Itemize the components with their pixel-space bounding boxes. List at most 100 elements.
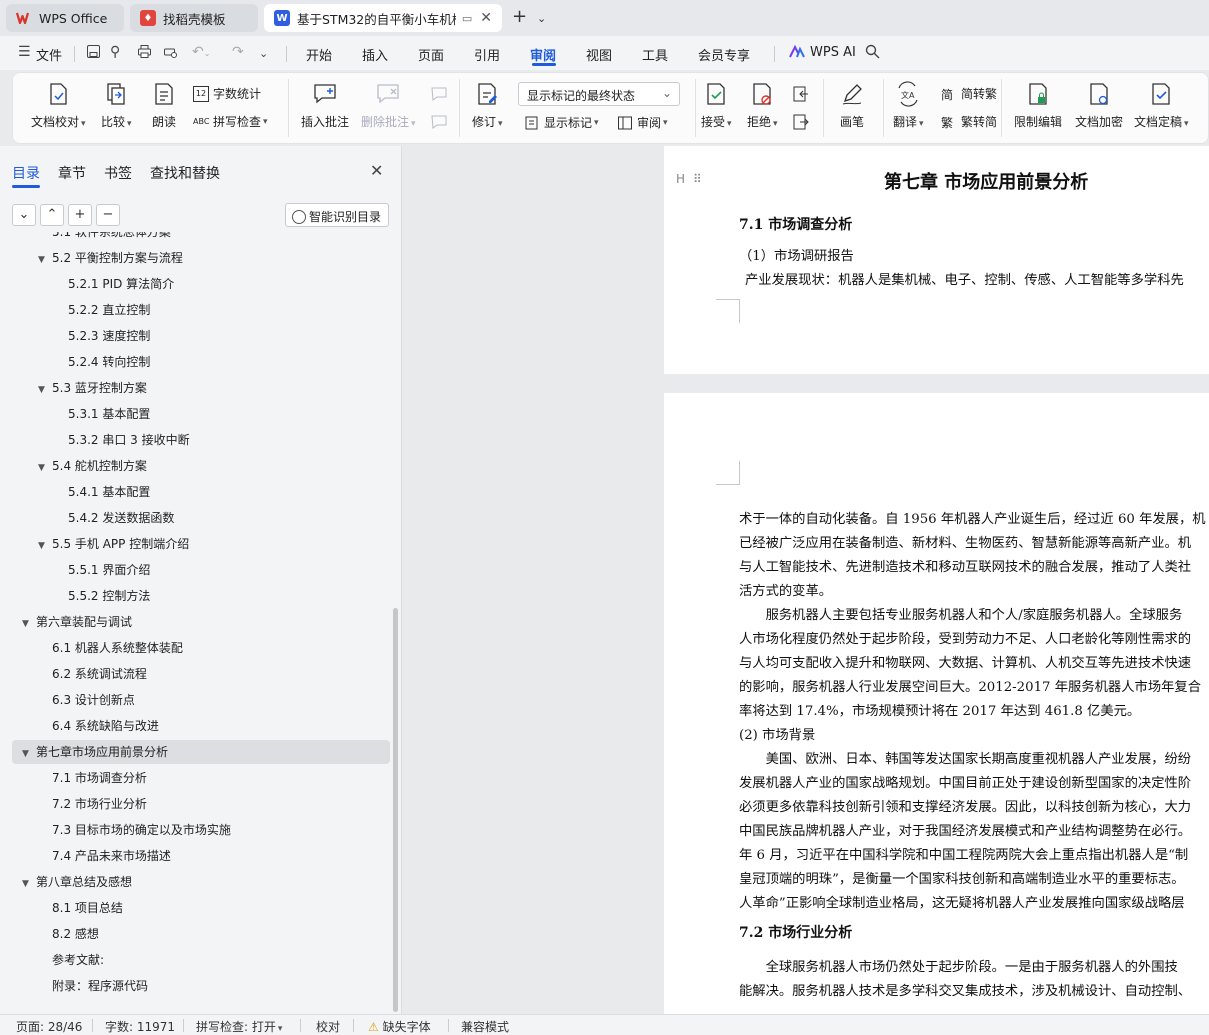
sidebar-scrollbar[interactable] bbox=[393, 608, 398, 1012]
delete-comment-button[interactable]: 删除批注 ▾ bbox=[361, 81, 416, 130]
toc-item[interactable]: 5.2.3 速度控制 bbox=[54, 324, 150, 348]
toc-item[interactable]: ▼ 第六章装配与调试 bbox=[22, 610, 132, 634]
paragraph-line[interactable]: 人革命”正影响全球制造业格局，这无疑将机器人产业发展推向国家级战略层 bbox=[739, 892, 1185, 916]
paragraph-line[interactable]: 必须更多依靠科技创新引领和支撑经济发展。因此，以科技创新为核心，大力 bbox=[739, 796, 1191, 820]
menu-page[interactable]: 页面 bbox=[418, 45, 444, 64]
toc-item[interactable]: ▼ 5.2 平衡控制方案与流程 bbox=[38, 246, 183, 270]
section-heading[interactable]: 7.2 市场行业分析 bbox=[739, 922, 852, 942]
expand-triangle-icon[interactable]: ▼ bbox=[38, 456, 52, 480]
tab-current-document[interactable]: W 基于STM32的自平衡小车机械 ▭ ✕ bbox=[264, 4, 502, 32]
paragraph-line[interactable]: (2) 市场背景 bbox=[739, 724, 815, 748]
chapter-title[interactable]: 第七章 市场应用前景分析 bbox=[884, 168, 1088, 194]
section-heading[interactable]: 7.1 市场调查分析 bbox=[739, 214, 852, 234]
paragraph-line[interactable]: （1）市场调研报告 bbox=[739, 245, 854, 269]
markup-state-select[interactable]: 显示标记的最终状态 ⌄ bbox=[518, 82, 680, 106]
menu-review[interactable]: 审阅 bbox=[530, 45, 556, 64]
previous-comment-icon[interactable] bbox=[430, 85, 448, 103]
paragraph-line[interactable]: 全球服务机器人市场仍然处于起步阶段。一是由于服务机器人的外围技 bbox=[739, 956, 1178, 980]
simplified-to-traditional-button[interactable]: 简 简转繁 bbox=[941, 85, 997, 102]
paragraph-line[interactable]: 术于一体的自动化装备。自 1956 年机器人产业诞生后，经过近 60 年发展，机 bbox=[739, 508, 1206, 532]
paragraph-line[interactable]: 与人均可支配收入提升和物联网、大数据、计算机、人机交互等先进技术快速 bbox=[739, 652, 1191, 676]
paragraph-line[interactable]: 美国、欧洲、日本、韩国等发达国家长期高度重视机器人产业发展，纷纷 bbox=[739, 748, 1192, 772]
restrict-edit-button[interactable]: 限制编辑 bbox=[1014, 81, 1062, 130]
toc-item[interactable]: 5.3.2 串口 3 接收中断 bbox=[54, 428, 190, 452]
menu-view[interactable]: 视图 bbox=[586, 45, 612, 64]
menu-tools[interactable]: 工具 bbox=[642, 45, 668, 64]
next-change-icon[interactable] bbox=[792, 113, 810, 131]
toc-item[interactable]: 附录：程序源代码 bbox=[38, 974, 148, 998]
collapse-up-button[interactable]: ⌃ bbox=[40, 204, 64, 226]
toc-item[interactable]: 7.2 市场行业分析 bbox=[38, 792, 147, 816]
tab-bookmarks[interactable]: 书签 bbox=[104, 163, 132, 183]
document-page[interactable]: H ⠿ 第七章 市场应用前景分析 7.1 市场调查分析 （1）市场调研报告 产业发… bbox=[664, 146, 1209, 374]
menu-member[interactable]: 会员专享 bbox=[698, 45, 750, 64]
review-pane-button[interactable]: 审阅 ▾ bbox=[617, 114, 668, 131]
paragraph-line[interactable]: 发展机器人产业的国家战略规划。中国目前正处于建设创新型国家的决定性阶 bbox=[739, 772, 1191, 796]
toc-item[interactable]: 5.4.2 发送数据函数 bbox=[54, 506, 174, 530]
smart-toc-button[interactable]: 智能识别目录 bbox=[285, 203, 389, 227]
expand-triangle-icon[interactable]: ▼ bbox=[22, 612, 36, 636]
toc-item[interactable]: 5.4.1 基本配置 bbox=[54, 480, 150, 504]
page-indicator[interactable]: 页面: 28/46 bbox=[16, 1018, 82, 1035]
wps-ai-icon[interactable] bbox=[789, 44, 805, 63]
tab-wps-office[interactable]: WPS Office bbox=[6, 4, 124, 32]
menu-references[interactable]: 引用 bbox=[474, 45, 500, 64]
menu-home[interactable]: 开始 bbox=[306, 45, 332, 64]
remove-heading-button[interactable]: − bbox=[96, 204, 120, 226]
print-icon[interactable] bbox=[137, 44, 152, 63]
toc-item[interactable]: 5.3.1 基本配置 bbox=[54, 402, 150, 426]
expand-triangle-icon[interactable]: ▼ bbox=[22, 872, 36, 896]
toc-item[interactable]: ▼ 第七章市场应用前景分析 bbox=[12, 740, 390, 764]
paragraph-line[interactable]: 服务机器人主要包括专业服务机器人和个人/家庭服务机器人。全球服务 bbox=[739, 604, 1183, 628]
translate-button[interactable]: 文A 翻译 ▾ bbox=[893, 81, 924, 130]
paragraph-line[interactable]: 人市场化程度仍然处于起步阶段，受到劳动力不足、人口老龄化等刚性需求的 bbox=[739, 628, 1191, 652]
toc-item[interactable]: 5.2.2 直立控制 bbox=[54, 298, 150, 322]
missing-font-status[interactable]: ⚠ 缺失字体 bbox=[368, 1018, 431, 1035]
proofread-button[interactable]: 文档校对 ▾ bbox=[31, 81, 86, 130]
paragraph-line[interactable]: 年 6 月，习近平在中国科学院和中国工程院两院大会上重点指出机器人是“制 bbox=[739, 844, 1188, 868]
toc-item[interactable]: 5.5.2 控制方法 bbox=[54, 584, 150, 608]
tab-docer-templates[interactable]: ♦ 找稻壳模板 bbox=[130, 4, 258, 32]
toc-item[interactable]: 7.4 产品未来市场描述 bbox=[38, 844, 171, 868]
paragraph-line[interactable]: 能解决。服务机器人技术是多学科交叉集成技术，涉及机械设计、自动控制、 bbox=[739, 980, 1191, 1004]
tab-list-chevron-icon[interactable]: ⌄ bbox=[537, 12, 546, 25]
tab-toc[interactable]: 目录 bbox=[12, 163, 40, 183]
close-sidebar-icon[interactable]: ✕ bbox=[370, 161, 383, 180]
file-menu[interactable]: 文件 bbox=[36, 45, 62, 64]
toc-item[interactable]: ▼ 5.5 手机 APP 控制端介绍 bbox=[38, 532, 189, 556]
traditional-to-simplified-button[interactable]: 繁 繁转简 bbox=[941, 113, 997, 130]
document-page[interactable]: 术于一体的自动化装备。自 1956 年机器人产业诞生后，经过近 60 年发展，机… bbox=[664, 393, 1209, 1014]
undo-icon[interactable]: ↶⌄ bbox=[192, 44, 210, 60]
save-icon[interactable] bbox=[86, 44, 101, 63]
toc-item[interactable]: 5.2.1 PID 算法简介 bbox=[54, 272, 174, 296]
expand-triangle-icon[interactable]: ▼ bbox=[38, 248, 52, 272]
toc-item[interactable]: 5.1 软件系统总体方案 bbox=[38, 232, 171, 244]
wps-ai-button[interactable]: WPS AI bbox=[810, 45, 856, 60]
close-tab-icon[interactable]: ✕ bbox=[480, 10, 492, 26]
paragraph-line[interactable]: 中国民族品牌机器人产业，对于我国经济发展模式和产业结构调整势在必行。 bbox=[739, 820, 1191, 844]
tab-chapters[interactable]: 章节 bbox=[58, 163, 86, 183]
expand-down-button[interactable]: ⌄ bbox=[12, 204, 36, 226]
toc-item[interactable]: 7.1 市场调查分析 bbox=[38, 766, 147, 790]
show-markup-button[interactable]: 显示标记 ▾ bbox=[524, 114, 599, 131]
finalize-button[interactable]: 文档定稿 ▾ bbox=[1134, 81, 1189, 130]
proof-status[interactable]: 校对 bbox=[316, 1018, 340, 1035]
paragraph-line[interactable]: 已经被广泛应用在装备制造、新材料、生物医药、智慧新能源等高新产业。机 bbox=[739, 532, 1191, 556]
menu-insert[interactable]: 插入 bbox=[362, 45, 388, 64]
more-chevron-icon[interactable]: ⌄ bbox=[259, 47, 268, 60]
toc-item[interactable]: 7.3 目标市场的确定以及市场实施 bbox=[38, 818, 231, 842]
toc-item[interactable]: 5.5.1 界面介绍 bbox=[54, 558, 150, 582]
track-changes-button[interactable]: 修订 ▾ bbox=[472, 81, 503, 130]
reject-button[interactable]: 拒绝 ▾ bbox=[747, 81, 778, 130]
toc-item[interactable]: 6.4 系统缺陷与改进 bbox=[38, 714, 159, 738]
word-count-status[interactable]: 字数: 11971 bbox=[105, 1018, 175, 1035]
previous-change-icon[interactable] bbox=[792, 85, 810, 103]
hamburger-menu-icon[interactable]: ☰ bbox=[18, 44, 31, 60]
insert-comment-button[interactable]: 插入批注 bbox=[301, 81, 349, 130]
paragraph-line[interactable]: 率将达到 17.4%，市场规模预计将在 2017 年达到 461.8 亿美元。 bbox=[739, 700, 1140, 724]
encrypt-button[interactable]: 文档加密 bbox=[1075, 81, 1123, 130]
accept-button[interactable]: 接受 ▾ bbox=[701, 81, 732, 130]
spell-check-status[interactable]: 拼写检查: 打开 ▾ bbox=[196, 1018, 282, 1035]
toc-item[interactable]: 8.2 感想 bbox=[38, 922, 99, 946]
toc-item[interactable]: 5.2.4 转向控制 bbox=[54, 350, 150, 374]
